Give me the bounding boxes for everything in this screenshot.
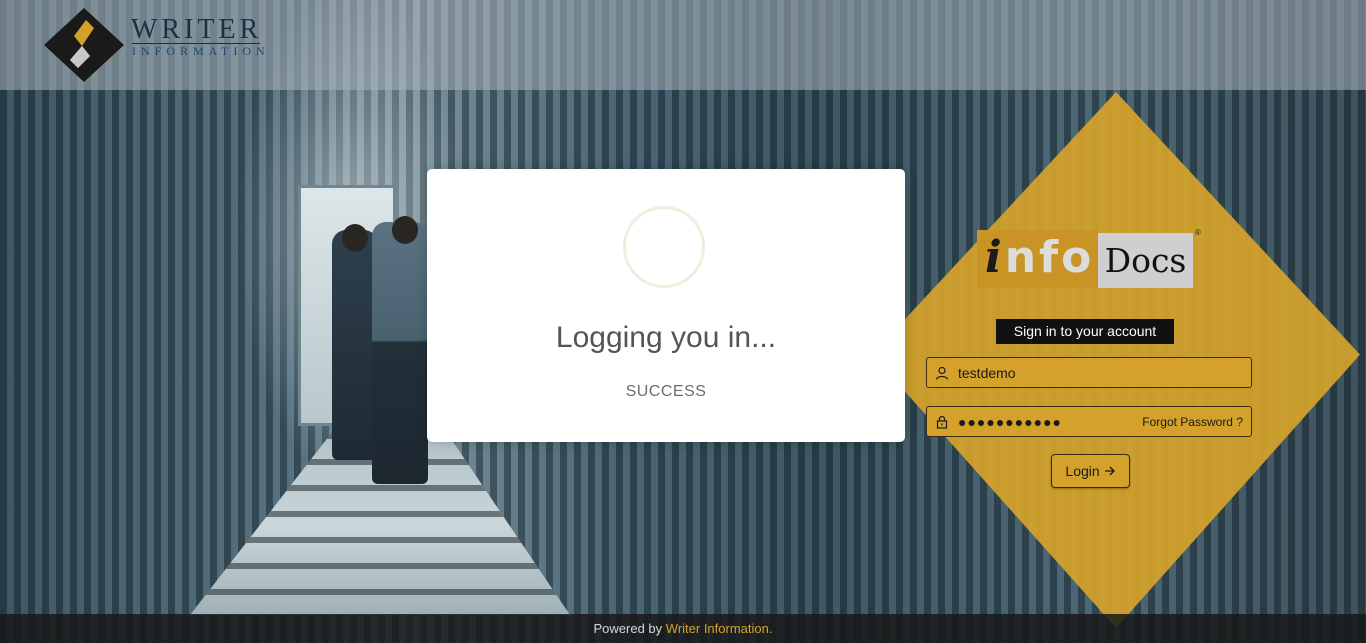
modal-status: SUCCESS <box>625 383 707 400</box>
person-head <box>392 216 418 244</box>
header-bar: WRITER INFORMATION <box>0 0 1366 90</box>
footer-link[interactable]: Writer Information. <box>666 621 773 636</box>
signin-title: Sign in to your account <box>996 319 1174 344</box>
login-button[interactable]: Login <box>1051 454 1130 488</box>
person-silhouette <box>372 222 428 484</box>
brand-name: WRITER <box>131 14 263 45</box>
username-value[interactable]: testdemo <box>958 358 1016 388</box>
brand-subtitle: INFORMATION <box>132 44 270 58</box>
modal-title: Logging you in... <box>555 321 777 354</box>
person-head <box>342 224 368 252</box>
forgot-password-link[interactable]: Forgot Password ? <box>1142 407 1243 437</box>
username-field[interactable]: testdemo <box>926 357 1252 388</box>
login-progress-modal: Logging you in... SUCCESS <box>427 169 905 442</box>
arrow-right-icon <box>1104 466 1115 476</box>
login-page: WRITER INFORMATION info Docs ® Sign in t… <box>0 0 1366 643</box>
registered-mark: ® <box>1195 228 1201 237</box>
infodocs-logo: info Docs <box>977 230 1193 288</box>
infodocs-logo-docs: Docs <box>1098 233 1193 288</box>
password-value[interactable]: ●●●●●●●●●●● <box>958 407 1062 437</box>
lock-icon <box>936 415 948 429</box>
infodocs-logo-i: i <box>985 232 1005 283</box>
infodocs-logo-info: info <box>977 230 1098 288</box>
footer: Powered by Writer Information. <box>0 614 1366 643</box>
login-button-label: Login <box>1065 463 1100 479</box>
footer-text: Powered by <box>593 621 666 636</box>
infodocs-logo-nfo: nfo <box>1004 232 1095 283</box>
loading-spinner <box>623 206 705 288</box>
writer-logo-icon <box>44 8 124 82</box>
password-field[interactable]: ●●●●●●●●●●● Forgot Password ? <box>926 406 1252 437</box>
user-icon <box>935 366 949 380</box>
